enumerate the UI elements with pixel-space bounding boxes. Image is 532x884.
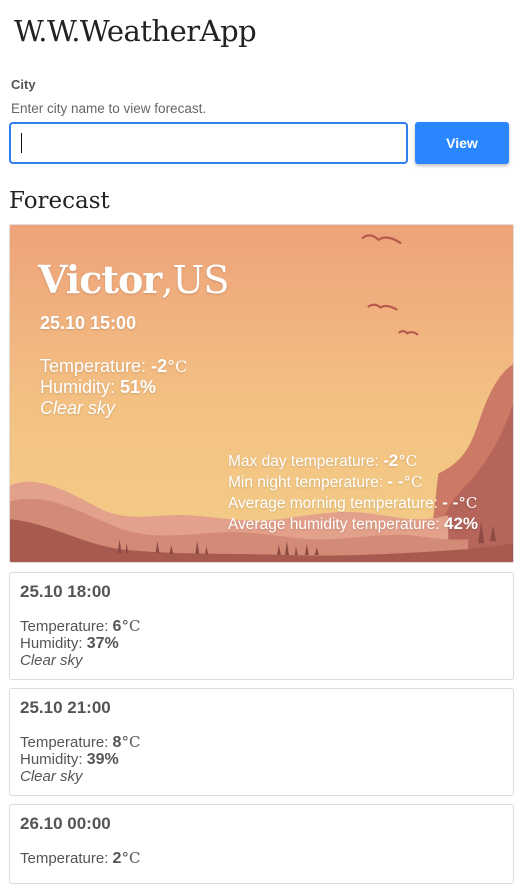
forecast-datetime: 25.10 21:00 — [20, 698, 111, 717]
app-title: W.W.WeatherApp — [14, 14, 257, 48]
city-label: City — [11, 77, 36, 92]
forecast-temperature: Temperature: 8°C — [20, 733, 141, 752]
forecast-card: 25.10 21:00 Temperature: 8°C Humidity: 3… — [9, 688, 514, 796]
forecast-datetime: 26.10 00:00 — [20, 814, 111, 833]
view-button[interactable]: View — [415, 122, 509, 164]
daily-stats: Max day temperature: -2°C Min night temp… — [228, 451, 478, 535]
forecast-card: 26.10 00:00 Temperature: 2°C — [9, 804, 514, 884]
forecast-temperature: Temperature: 6°C — [20, 617, 141, 636]
forecast-datetime: 25.10 18:00 — [20, 582, 111, 601]
avg-morning-temperature: Average morning temperature: - -°C — [228, 493, 478, 512]
avg-humidity: Average humidity temperature: 42% — [228, 514, 479, 533]
forecast-temperature: Temperature: 2°C — [20, 849, 141, 868]
city-input[interactable] — [9, 122, 408, 164]
forecast-heading: Forecast — [9, 188, 110, 214]
text-caret — [21, 133, 22, 153]
city-help-text: Enter city name to view forecast. — [11, 101, 207, 116]
forecast-humidity: Humidity: 39% — [20, 751, 119, 768]
city-name: Victor,US — [38, 257, 229, 302]
min-night-temperature: Min night temperature: - -°C — [228, 472, 423, 491]
forecast-humidity: Humidity: 37% — [20, 635, 119, 652]
current-weather-card: Victor,US 25.10 15:00 Temperature: -2°C … — [9, 224, 514, 563]
current-temperature: Temperature: -2°C — [40, 356, 188, 376]
current-humidity: Humidity: 51% — [40, 377, 157, 397]
current-conditions: Temperature: -2°C Humidity: 51% Clear sk… — [40, 356, 187, 419]
current-datetime: 25.10 15:00 — [40, 313, 137, 333]
forecast-card: 25.10 18:00 Temperature: 6°C Humidity: 3… — [9, 572, 514, 680]
max-day-temperature: Max day temperature: -2°C — [228, 451, 418, 470]
current-condition: Clear sky — [40, 398, 116, 418]
forecast-condition: Clear sky — [20, 768, 83, 785]
forecast-condition: Clear sky — [20, 652, 83, 669]
